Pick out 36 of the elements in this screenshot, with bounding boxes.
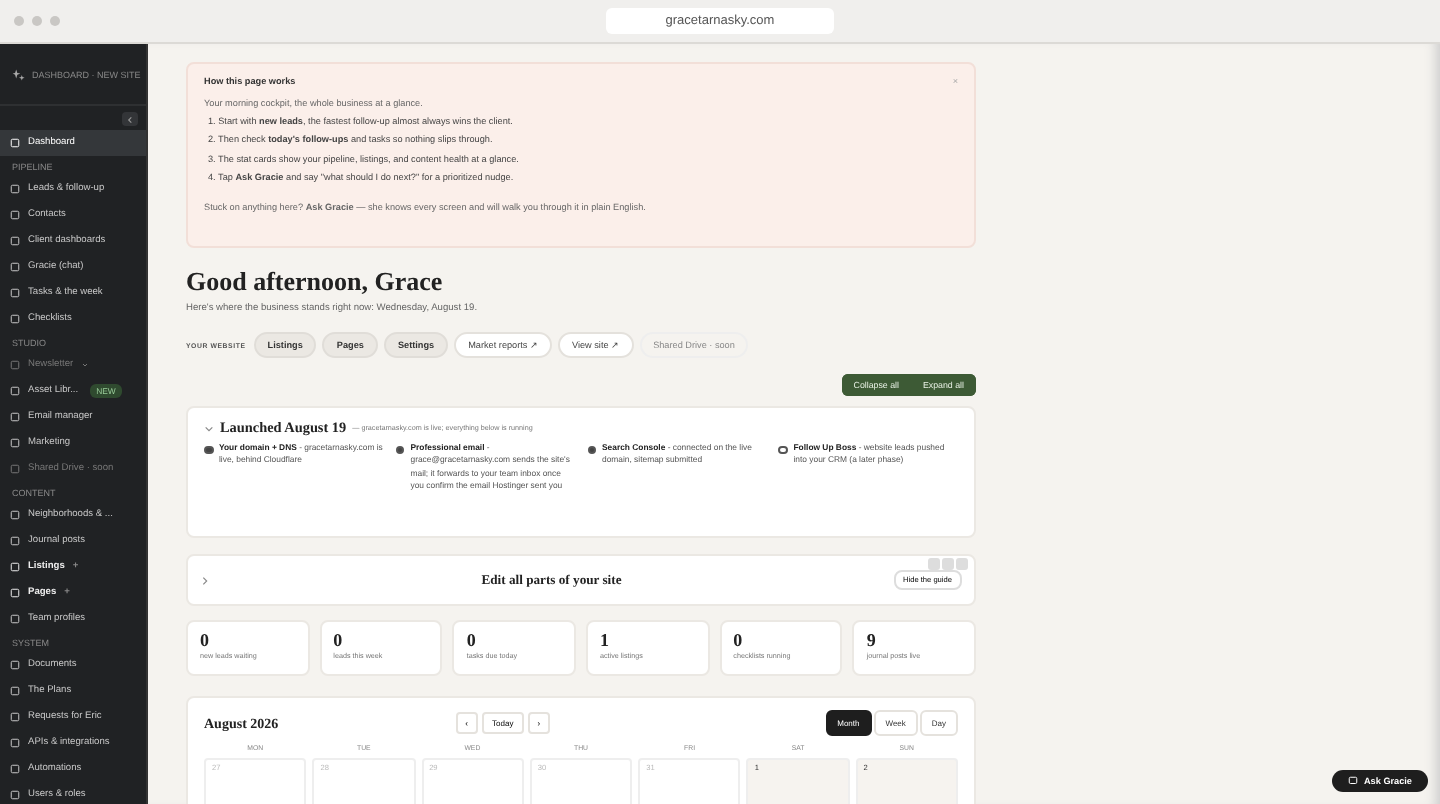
square-icon <box>10 712 20 722</box>
stat-value: 9 <box>866 630 878 650</box>
stat-value: 0 <box>466 630 478 650</box>
square-icon <box>10 686 20 696</box>
square-icon <box>10 510 20 520</box>
chevron-icon[interactable] <box>204 423 214 433</box>
square-icon <box>10 738 20 748</box>
square-icon <box>10 386 20 396</box>
stat-value: 0 <box>333 630 345 650</box>
square-icon <box>10 614 20 624</box>
chat-icon <box>1347 776 1358 786</box>
toolbar-squares-icon <box>928 558 968 570</box>
square-icon <box>10 660 20 670</box>
square-icon <box>10 262 20 272</box>
collapse-sidebar-button[interactable] <box>126 115 134 123</box>
square-icon <box>10 438 20 448</box>
square-icon <box>10 314 20 324</box>
square-icon <box>10 138 20 148</box>
greeting-title: Good afternoon, Grace <box>186 266 445 298</box>
square-icon <box>10 412 20 422</box>
stat-value: 1 <box>600 630 611 650</box>
square-icon <box>10 360 20 370</box>
stat-value: 0 <box>733 630 745 650</box>
sparkle-logo-icon <box>12 67 26 81</box>
square-icon <box>10 588 20 598</box>
square-icon <box>10 288 20 298</box>
chevron-icon[interactable] <box>200 575 210 585</box>
square-icon <box>10 210 20 220</box>
square-icon <box>10 562 20 572</box>
square-icon <box>10 236 20 246</box>
square-icon <box>10 536 20 546</box>
square-icon <box>10 764 20 774</box>
square-icon <box>10 464 20 474</box>
square-icon <box>10 184 20 194</box>
stat-value: 0 <box>200 630 211 650</box>
square-icon <box>10 790 20 800</box>
